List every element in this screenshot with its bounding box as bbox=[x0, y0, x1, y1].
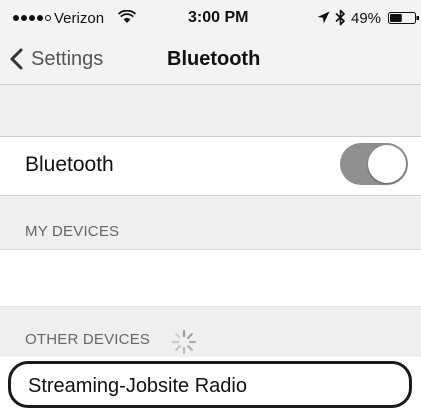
location-arrow-icon bbox=[317, 11, 330, 24]
chevron-left-icon bbox=[10, 48, 23, 70]
signal-dot bbox=[37, 15, 43, 21]
other-devices-header-text: OTHER DEVICES bbox=[25, 331, 151, 348]
other-devices-section-header: OTHER DEVICES bbox=[0, 306, 421, 357]
my-devices-empty-row bbox=[0, 250, 421, 306]
battery-percent: 49% bbox=[351, 10, 382, 27]
bluetooth-icon bbox=[335, 9, 345, 26]
toggle-knob bbox=[368, 145, 406, 183]
bluetooth-settings-screen: Verizon 3:00 PM 49% Settings Bluetooth B… bbox=[0, 0, 421, 414]
signal-dot bbox=[45, 15, 51, 21]
spinner-icon bbox=[171, 329, 197, 355]
page-title: Bluetooth bbox=[167, 48, 261, 70]
back-button[interactable]: Settings bbox=[10, 34, 103, 84]
status-bar: Verizon 3:00 PM 49% bbox=[0, 0, 421, 34]
signal-dot bbox=[21, 15, 27, 21]
signal-strength-icon bbox=[13, 15, 51, 21]
carrier-name: Verizon bbox=[54, 10, 105, 27]
navigation-bar: Settings Bluetooth bbox=[0, 34, 421, 85]
bluetooth-toggle-row: Bluetooth bbox=[0, 137, 421, 196]
device-name: Streaming-Jobsite Radio bbox=[28, 375, 247, 397]
back-label: Settings bbox=[31, 47, 104, 70]
wifi-icon bbox=[118, 10, 136, 23]
bluetooth-toggle-switch[interactable] bbox=[340, 143, 408, 185]
device-highlight-outline[interactable]: Streaming-Jobsite Radio bbox=[8, 361, 412, 408]
battery-icon bbox=[388, 12, 419, 24]
my-devices-header-text: MY DEVICES bbox=[25, 223, 120, 240]
group-spacer bbox=[0, 85, 421, 137]
signal-dot bbox=[29, 15, 35, 21]
bluetooth-toggle-label: Bluetooth bbox=[25, 153, 114, 176]
other-device-row[interactable]: Streaming-Jobsite Radio bbox=[0, 357, 421, 414]
my-devices-section-header: MY DEVICES bbox=[0, 196, 421, 250]
signal-dot bbox=[13, 15, 19, 21]
status-time: 3:00 PM bbox=[188, 9, 249, 26]
